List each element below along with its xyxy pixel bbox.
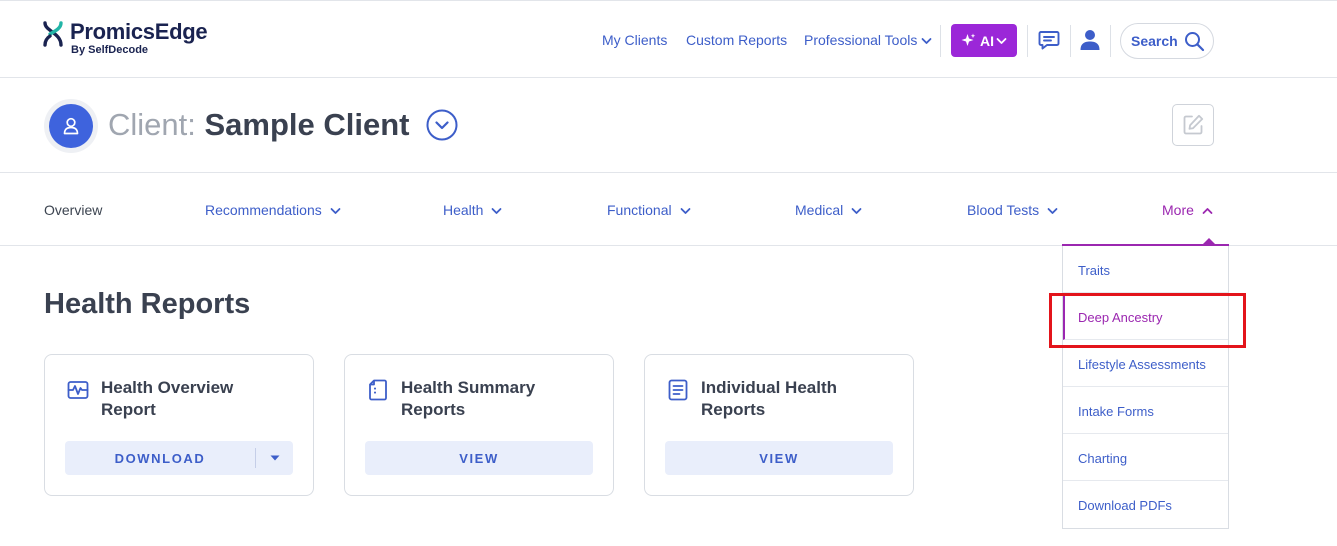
download-options-button[interactable] xyxy=(256,441,293,475)
header-divider xyxy=(1070,25,1071,57)
tab-health-label: Health xyxy=(443,202,484,218)
document-icon xyxy=(369,379,387,401)
tab-more[interactable]: More xyxy=(1162,202,1213,218)
view-button[interactable]: VIEW xyxy=(365,441,593,475)
account-button[interactable] xyxy=(1077,27,1103,53)
brand-subtitle: By SelfDecode xyxy=(71,44,149,56)
client-avatar xyxy=(44,99,98,153)
chevron-down-icon xyxy=(680,208,690,215)
download-button[interactable]: DOWNLOAD xyxy=(65,441,255,475)
download-split-button: DOWNLOAD xyxy=(65,441,293,475)
card-health-summary-reports: Health Summary Reports VIEW xyxy=(344,354,614,496)
menu-item-label: Intake Forms xyxy=(1078,404,1154,419)
menu-item-traits[interactable]: Traits xyxy=(1063,246,1228,293)
brand-name: PromicsEdge xyxy=(70,19,208,44)
menu-item-label: Traits xyxy=(1078,263,1111,278)
client-switcher-chevron-icon[interactable] xyxy=(426,109,458,141)
chevron-up-icon xyxy=(1202,208,1213,215)
card-title: Health Summary Reports xyxy=(401,378,536,419)
card-individual-health-reports: Individual Health Reports VIEW xyxy=(644,354,914,496)
brand-logo[interactable]: PromicsEdge By SelfDecode xyxy=(42,19,208,56)
search-icon xyxy=(1184,31,1204,51)
chat-icon xyxy=(1038,31,1060,50)
chevron-down-icon xyxy=(1047,208,1058,215)
tab-blood-tests-label: Blood Tests xyxy=(967,202,1040,218)
tab-overview[interactable]: Overview xyxy=(44,202,102,218)
chevron-down-icon xyxy=(330,208,341,215)
client-title: Client: Sample Client xyxy=(108,107,410,143)
chevron-down-icon xyxy=(996,37,1007,44)
tab-recommendations[interactable]: Recommendations xyxy=(205,202,341,218)
caret-down-icon xyxy=(270,455,279,461)
header-divider xyxy=(1027,25,1028,57)
menu-item-label: Download PDFs xyxy=(1078,498,1172,513)
menu-item-label: Charting xyxy=(1078,451,1128,466)
menu-item-download-pdfs[interactable]: Download PDFs xyxy=(1063,481,1228,528)
client-tabs: Overview Recommendations Health Function… xyxy=(0,173,1337,246)
ai-button-label: AI xyxy=(980,32,994,49)
menu-item-intake-forms[interactable]: Intake Forms xyxy=(1063,387,1228,434)
search-label: Search xyxy=(1131,33,1178,49)
nav-custom-reports[interactable]: Custom Reports xyxy=(686,32,787,48)
tab-functional-label: Functional xyxy=(607,202,672,218)
user-icon xyxy=(1080,30,1100,50)
tab-recommendations-label: Recommendations xyxy=(205,202,322,218)
tab-medical[interactable]: Medical xyxy=(795,202,862,218)
chevron-down-icon xyxy=(921,38,932,45)
pulse-icon xyxy=(67,381,89,399)
sparkle-icon xyxy=(961,33,976,46)
chevron-down-icon xyxy=(492,208,502,215)
tab-more-label: More xyxy=(1162,202,1194,218)
search-button[interactable]: Search xyxy=(1120,23,1214,59)
nav-professional-tools[interactable]: Professional Tools xyxy=(804,32,932,48)
header-divider xyxy=(940,25,941,57)
client-prefix: Client: xyxy=(108,107,196,142)
menu-item-charting[interactable]: Charting xyxy=(1063,434,1228,481)
client-header: Client: Sample Client xyxy=(0,78,1337,173)
card-title: Individual Health Reports xyxy=(701,378,838,419)
dna-logo-icon xyxy=(43,21,63,47)
tab-blood-tests[interactable]: Blood Tests xyxy=(967,202,1058,218)
chat-button[interactable] xyxy=(1036,27,1062,53)
nav-professional-tools-label: Professional Tools xyxy=(804,32,918,48)
client-name: Sample Client xyxy=(204,107,410,142)
section-title: Health Reports xyxy=(44,288,251,320)
list-document-icon xyxy=(668,379,688,401)
more-dropdown-menu: Traits Deep Ancestry Lifestyle Assessmen… xyxy=(1062,246,1229,529)
edit-client-button[interactable] xyxy=(1172,104,1214,146)
card-health-overview-report: Health Overview Report DOWNLOAD xyxy=(44,354,314,496)
card-title: Health Overview Report xyxy=(101,378,234,419)
tab-health[interactable]: Health xyxy=(443,202,502,218)
view-button[interactable]: VIEW xyxy=(665,441,893,475)
tab-functional[interactable]: Functional xyxy=(607,202,691,218)
top-navigation-bar: PromicsEdge By SelfDecode My Clients Cus… xyxy=(0,0,1337,78)
header-divider xyxy=(1110,25,1111,57)
menu-item-label: Lifestyle Assessments xyxy=(1078,357,1206,372)
user-outline-icon xyxy=(63,117,79,135)
nav-my-clients[interactable]: My Clients xyxy=(602,32,667,48)
edit-icon xyxy=(1183,114,1204,135)
highlight-annotation-box xyxy=(1049,293,1246,348)
ai-menu-button[interactable]: AI xyxy=(951,24,1017,57)
tab-medical-label: Medical xyxy=(795,202,844,218)
more-tab-underline xyxy=(1062,244,1229,246)
chevron-down-icon xyxy=(851,208,862,215)
